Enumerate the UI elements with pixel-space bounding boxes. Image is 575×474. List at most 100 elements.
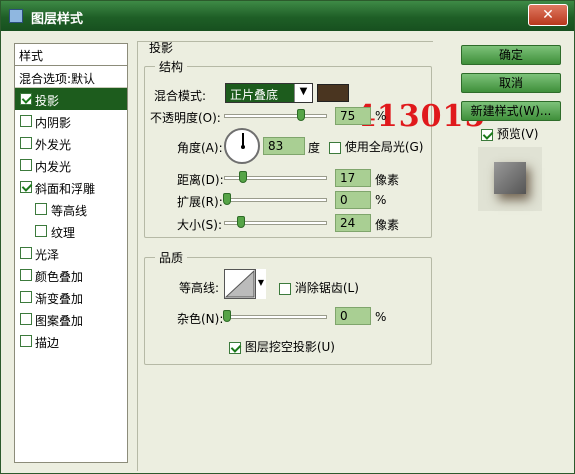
cancel-button[interactable]: 取消: [461, 73, 561, 93]
blend-mode-value: 正片叠底: [230, 88, 279, 102]
style-item[interactable]: 渐变叠加: [15, 286, 127, 308]
spread-unit: %: [375, 193, 387, 207]
style-item-label: 颜色叠加: [35, 270, 84, 284]
contour-curve-icon: [224, 269, 255, 298]
style-item-label: 斜面和浮雕: [35, 182, 96, 196]
size-slider-thumb[interactable]: [237, 216, 245, 228]
style-item-label: 渐变叠加: [35, 292, 84, 306]
style-item[interactable]: 投影: [15, 88, 127, 110]
close-button[interactable]: ✕: [528, 4, 568, 26]
window-title: 图层样式: [31, 12, 84, 27]
distance-label: 距离(D):: [177, 173, 224, 187]
style-item[interactable]: 纹理: [15, 220, 127, 242]
style-item-checkbox[interactable]: [20, 247, 32, 259]
opacity-slider-thumb[interactable]: [297, 109, 306, 121]
style-item[interactable]: 内阴影: [15, 110, 127, 132]
spread-field[interactable]: 0: [335, 191, 371, 209]
style-item[interactable]: 光泽: [15, 242, 127, 264]
angle-field[interactable]: 83: [263, 137, 305, 155]
new-style-button[interactable]: 新建样式(W)...: [461, 101, 561, 121]
structure-title: 结构: [155, 58, 188, 75]
distance-field[interactable]: 17: [335, 169, 371, 187]
style-items: 投影内阴影外发光内发光斜面和浮雕等高线纹理光泽颜色叠加渐变叠加图案叠加描边: [15, 88, 127, 352]
opacity-field[interactable]: 75: [335, 107, 371, 125]
preview-box[interactable]: [481, 128, 493, 141]
noise-slider-thumb[interactable]: [223, 310, 231, 322]
blend-mode-select[interactable]: 正片叠底 ▼: [225, 83, 313, 103]
spread-label: 扩展(R):: [177, 195, 223, 209]
style-list: 样式 混合选项:默认 投影内阴影外发光内发光斜面和浮雕等高线纹理光泽颜色叠加渐变…: [14, 43, 128, 463]
angle-unit: 度: [308, 141, 321, 155]
angle-label: 角度(A):: [177, 141, 223, 155]
preview-swatch: [494, 162, 526, 194]
ok-button[interactable]: 确定: [461, 45, 561, 65]
global-light-checkbox[interactable]: 使用全局光(G): [329, 138, 424, 155]
size-field[interactable]: 24: [335, 214, 371, 232]
style-item-label: 光泽: [35, 248, 60, 262]
style-item-label: 投影: [35, 94, 60, 108]
opacity-unit: %: [375, 109, 387, 123]
contour-label: 等高线:: [179, 281, 220, 295]
noise-field[interactable]: 0: [335, 307, 371, 325]
opacity-slider-track[interactable]: [224, 114, 327, 118]
noise-slider-track[interactable]: [224, 315, 327, 319]
contour-dropdown-button[interactable]: ▼: [255, 269, 266, 299]
style-item-checkbox[interactable]: [20, 181, 32, 193]
angle-center: [241, 145, 245, 149]
shadow-color-swatch[interactable]: [317, 84, 349, 102]
style-item-label: 描边: [35, 336, 60, 350]
style-item-checkbox[interactable]: [20, 291, 32, 303]
style-item-label: 纹理: [51, 226, 76, 240]
dialog-content: 样式 混合选项:默认 投影内阴影外发光内发光斜面和浮雕等高线纹理光泽颜色叠加渐变…: [1, 31, 574, 473]
noise-label: 杂色(N):: [177, 312, 224, 326]
style-item-checkbox[interactable]: [20, 269, 32, 281]
panel-top-rule: [137, 41, 433, 42]
style-item-label: 等高线: [51, 204, 88, 218]
size-label: 大小(S):: [177, 218, 223, 232]
global-light-box[interactable]: [329, 141, 341, 154]
anti-alias-label: 消除锯齿(L): [294, 281, 359, 295]
anti-alias-box[interactable]: [279, 282, 291, 295]
style-item[interactable]: 内发光: [15, 154, 127, 176]
layer-style-dialog: 图层样式 ✕ 样式 混合选项:默认 投影内阴影外发光内发光斜面和浮雕等高线纹理光…: [0, 0, 575, 474]
opacity-label: 不透明度(O):: [150, 111, 221, 125]
global-light-label: 使用全局光(G): [344, 140, 424, 154]
knockout-box[interactable]: [229, 341, 241, 354]
style-item-checkbox[interactable]: [20, 93, 32, 105]
style-item[interactable]: 描边: [15, 330, 127, 352]
style-preview: [478, 147, 542, 211]
preview-checkbox[interactable]: 预览(V): [481, 125, 538, 142]
spread-slider-track[interactable]: [224, 198, 327, 202]
style-item-checkbox[interactable]: [20, 313, 32, 325]
noise-unit: %: [375, 310, 387, 324]
style-item-checkbox[interactable]: [20, 159, 32, 171]
anti-alias-checkbox[interactable]: 消除锯齿(L): [279, 279, 359, 296]
size-unit: 像素: [375, 218, 400, 232]
spread-slider-thumb[interactable]: [223, 193, 231, 205]
style-item-checkbox[interactable]: [20, 335, 32, 347]
distance-unit: 像素: [375, 173, 400, 187]
style-item-checkbox[interactable]: [35, 225, 47, 237]
panel-divider: [137, 41, 138, 471]
style-item-label: 内阴影: [35, 116, 72, 130]
style-item[interactable]: 斜面和浮雕: [15, 176, 127, 198]
style-list-header[interactable]: 样式: [15, 44, 127, 66]
distance-slider-thumb[interactable]: [239, 171, 247, 183]
quality-title: 品质: [155, 249, 188, 266]
style-item-checkbox[interactable]: [20, 137, 32, 149]
app-icon: [9, 9, 23, 23]
style-item-checkbox[interactable]: [20, 115, 32, 127]
style-item[interactable]: 等高线: [15, 198, 127, 220]
style-item[interactable]: 图案叠加: [15, 308, 127, 330]
blend-options-item[interactable]: 混合选项:默认: [15, 66, 127, 88]
knockout-checkbox[interactable]: 图层挖空投影(U): [229, 338, 335, 355]
angle-dial[interactable]: [224, 128, 260, 164]
style-item-label: 图案叠加: [35, 314, 84, 328]
title-bar[interactable]: 图层样式 ✕: [1, 1, 574, 31]
style-item-checkbox[interactable]: [35, 203, 47, 215]
style-item-label: 内发光: [35, 160, 72, 174]
style-item[interactable]: 外发光: [15, 132, 127, 154]
chevron-down-icon: ▼: [294, 84, 312, 102]
style-item[interactable]: 颜色叠加: [15, 264, 127, 286]
style-item-label: 外发光: [35, 138, 72, 152]
